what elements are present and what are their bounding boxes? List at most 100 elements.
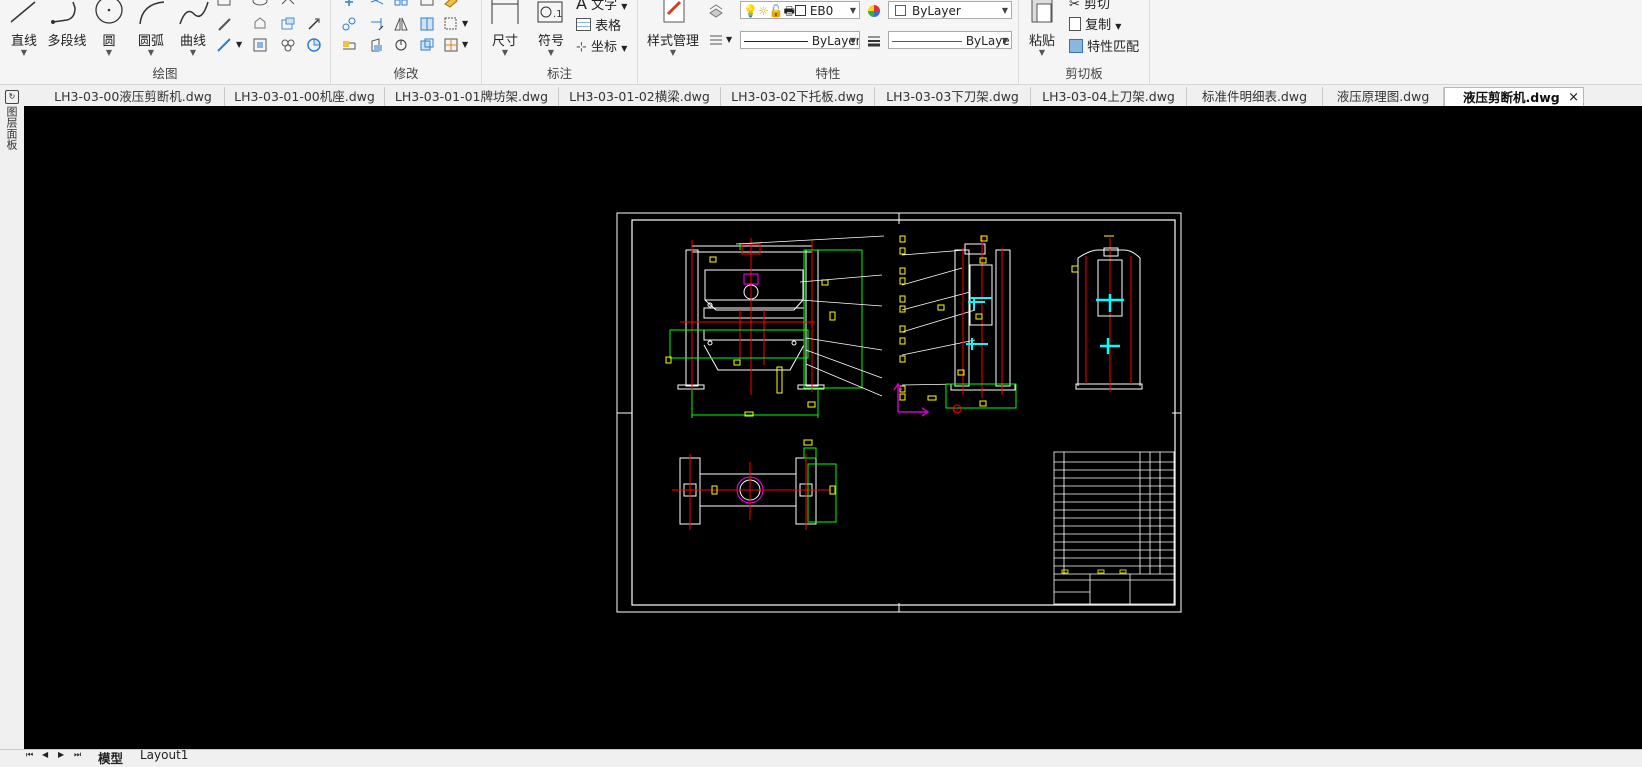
last-layout-button[interactable]: ⏭ <box>74 750 81 760</box>
hatch-icon[interactable] <box>280 0 296 16</box>
stretch-icon[interactable] <box>341 37 357 53</box>
file-tab[interactable]: LH3-03-02下托板.dwg <box>721 87 875 106</box>
layer-panel-toggle[interactable]: 图层面板 <box>5 106 18 150</box>
paste-button[interactable]: 粘贴 ▼ <box>1025 0 1059 57</box>
match-properties-button[interactable]: 特性匹配 <box>1069 36 1139 55</box>
file-tab-label: 标准件明细表.dwg <box>1201 89 1308 104</box>
file-tab-label: 液压剪断机.dwg <box>1463 90 1560 105</box>
copy-objects-icon[interactable] <box>341 16 357 32</box>
mirror-icon[interactable] <box>393 16 409 32</box>
point-icon[interactable] <box>306 16 322 32</box>
text-button[interactable]: A 文字 ▼ <box>576 0 627 13</box>
extend-icon[interactable] <box>369 16 385 32</box>
chevron-down-icon[interactable]: ▼ <box>236 40 242 49</box>
file-tab-label: LH3-03-01-01牌坊架.dwg <box>394 89 549 104</box>
array-icon[interactable] <box>393 0 409 16</box>
symbol-icon: .1 <box>537 1 563 23</box>
table-button[interactable]: 表格 <box>576 15 621 34</box>
explode-icon[interactable] <box>419 16 435 32</box>
layer-panel-icon[interactable]: ↻ <box>5 90 19 104</box>
style-manager-label: 样式管理 <box>646 34 699 49</box>
copy-icon <box>1069 17 1081 31</box>
symbol-button[interactable]: .1 符号 ▼ <box>532 0 570 57</box>
file-tab[interactable]: LH3-03-01-01牌坊架.dwg <box>385 87 559 106</box>
style-manager-button[interactable]: 样式管理 ▼ <box>644 0 702 57</box>
scale-icon[interactable] <box>369 37 385 53</box>
rotate-icon[interactable] <box>393 37 409 53</box>
move-icon[interactable] <box>341 0 357 16</box>
line-button[interactable]: 直线 ▼ <box>6 0 42 57</box>
revcloud-icon[interactable] <box>280 37 296 53</box>
first-layout-button[interactable]: ⏮ <box>26 750 33 760</box>
color-wheel-icon[interactable] <box>866 3 882 19</box>
lineweight-icon[interactable] <box>866 33 882 49</box>
rect-select-icon[interactable] <box>419 0 435 16</box>
layout1-tab[interactable]: Layout1 <box>140 748 188 762</box>
chevron-down-icon: ▼ <box>547 48 555 57</box>
chevron-down-icon: ▼ <box>189 48 197 57</box>
prev-layout-button[interactable]: ◀ <box>42 750 48 759</box>
block-icon[interactable] <box>443 37 459 53</box>
lineweight-swatch <box>892 41 962 42</box>
file-tab[interactable]: LH3-03-01-00机座.dwg <box>225 87 385 106</box>
chevron-down-icon[interactable]: ▼ <box>462 19 468 28</box>
cad-drawing: 0 <box>616 212 1182 613</box>
file-tab-label: LH3-03-04上刀架.dwg <box>1042 89 1175 104</box>
file-tab[interactable]: LH3-03-00液压剪断机.dwg <box>42 87 225 106</box>
file-tab[interactable]: 液压原理图.dwg <box>1323 87 1444 106</box>
fillet-icon[interactable] <box>419 37 435 53</box>
scissors-icon: ✂ <box>1069 0 1080 12</box>
region-icon[interactable] <box>252 16 268 32</box>
offset-icon[interactable] <box>443 16 459 32</box>
draw-panel-title: 绘图 <box>152 66 178 81</box>
chevron-down-icon[interactable]: ▼ <box>726 35 732 44</box>
donut-icon[interactable] <box>306 37 322 53</box>
ucs-icon <box>893 382 930 417</box>
dimension-button[interactable]: 尺寸 ▼ <box>486 0 524 57</box>
match-properties-label: 特性匹配 <box>1087 40 1140 55</box>
model-tab[interactable]: 模型 <box>98 748 123 767</box>
arc-button[interactable]: 圆弧 ▼ <box>132 0 170 57</box>
next-layout-button[interactable]: ▶ <box>58 750 64 759</box>
circle-icon <box>95 0 123 24</box>
boundary-icon[interactable] <box>280 16 296 32</box>
modify-panel: ▼ ▼ 修改 <box>331 0 482 84</box>
chevron-down-icon: ▼ <box>105 48 113 57</box>
ellipse-icon[interactable] <box>252 0 268 16</box>
circle-button[interactable]: 圆 ▼ <box>92 0 126 57</box>
circle-label: 圆 <box>102 34 116 49</box>
lineweight-combo[interactable]: ByLaye ▼ <box>888 31 1012 49</box>
color-combo[interactable]: ByLayer ▼ <box>888 1 1012 19</box>
chevron-down-icon[interactable]: ▼ <box>462 40 468 49</box>
file-tab[interactable]: LH3-03-01-02横梁.dwg <box>559 87 721 106</box>
file-tab[interactable]: LH3-03-03下刀架.dwg <box>875 87 1031 106</box>
layer-combo[interactable]: 💡☼🔓🖶 EB0 ▼ <box>740 1 860 19</box>
copy-button[interactable]: 复制 ▼ <box>1069 14 1121 33</box>
curve-button[interactable]: 曲线 ▼ <box>174 0 212 57</box>
svg-text:.1: .1 <box>553 9 563 20</box>
table-icon[interactable] <box>252 37 268 53</box>
trim-icon[interactable] <box>369 0 385 16</box>
file-tab[interactable]: LH3-03-04上刀架.dwg <box>1031 87 1187 106</box>
cut-button[interactable]: ✂ 剪切 <box>1069 0 1110 12</box>
style-manager-icon <box>663 0 685 23</box>
file-tab[interactable]: 标准件明细表.dwg <box>1187 87 1323 106</box>
front-view <box>665 238 863 418</box>
dimension-icon <box>491 0 519 24</box>
paste-icon <box>1031 0 1053 23</box>
rectangle-icon[interactable] <box>216 0 232 16</box>
sun-icon: ☼ <box>757 4 769 18</box>
polyline-label: 多段线 <box>47 34 87 49</box>
layer-list-icon[interactable] <box>708 32 724 48</box>
linetype-combo[interactable]: ByLayer ▼ <box>740 31 860 49</box>
file-tab-active[interactable]: 液压剪断机.dwg × <box>1444 87 1584 106</box>
chevron-down-icon: ▼ <box>501 48 509 57</box>
drawing-canvas[interactable]: 0 <box>24 106 1642 749</box>
close-icon[interactable]: × <box>1568 88 1579 106</box>
erase-icon[interactable] <box>443 0 459 16</box>
construction-line-icon[interactable] <box>216 16 232 32</box>
layer-properties-icon[interactable] <box>708 3 724 19</box>
xline-icon[interactable] <box>216 37 232 53</box>
polyline-button[interactable]: 多段线 <box>44 0 90 49</box>
coordinate-button[interactable]: ⊹ 坐标 ▼ <box>576 36 627 55</box>
